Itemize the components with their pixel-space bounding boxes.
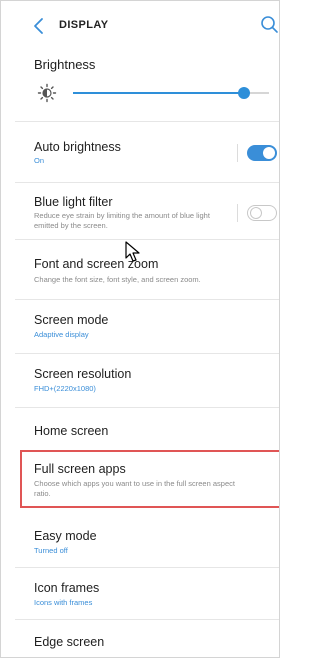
- blue-light-filter-toggle[interactable]: [247, 205, 277, 221]
- item-subtitle: Icons with frames: [34, 598, 93, 607]
- app-bar: DISPLAY: [1, 1, 279, 53]
- brightness-slider[interactable]: [31, 81, 271, 105]
- brightness-slider-fill: [73, 92, 244, 94]
- divider: [15, 182, 279, 183]
- item-subtitle: Adaptive display: [34, 330, 89, 339]
- item-subtitle: Reduce eye strain by limiting the amount…: [34, 211, 210, 230]
- search-icon: [261, 16, 278, 33]
- brightness-slider-track[interactable]: [73, 87, 269, 99]
- divider: [15, 567, 279, 568]
- highlight-box: [20, 450, 279, 508]
- item-title: Icon frames: [34, 581, 100, 595]
- toggle-separator: [237, 144, 238, 162]
- item-subtitle: Change the font size, font style, and sc…: [34, 275, 201, 284]
- divider: [15, 407, 279, 408]
- divider: [15, 121, 279, 122]
- brightness-slider-thumb[interactable]: [237, 87, 250, 99]
- chevron-left-icon: [34, 18, 43, 34]
- item-title: Blue light filter: [34, 195, 113, 209]
- divider: [15, 619, 279, 620]
- auto-brightness-item[interactable]: Auto brightness On: [1, 131, 279, 171]
- item-subtitle: FHD+(2220x1080): [34, 384, 96, 393]
- blue-light-filter-item[interactable]: Blue light filter Reduce eye strain by l…: [1, 187, 279, 233]
- divider: [15, 353, 279, 354]
- item-title: Screen resolution: [34, 367, 132, 381]
- easy-mode-item[interactable]: Easy mode Turned off: [1, 519, 279, 563]
- item-title: Screen mode: [34, 313, 109, 327]
- auto-brightness-toggle[interactable]: [247, 145, 277, 161]
- icon-frames-item[interactable]: Icon frames Icons with frames: [1, 571, 279, 615]
- item-subtitle: On: [34, 156, 45, 165]
- mouse-pointer-icon: [125, 241, 143, 268]
- toggle-separator: [237, 204, 238, 222]
- page-title: DISPLAY: [59, 19, 109, 31]
- home-screen-item[interactable]: Home screen: [1, 411, 279, 447]
- screen-resolution-item[interactable]: Screen resolution FHD+(2220x1080): [1, 357, 279, 401]
- item-title: Auto brightness: [34, 140, 121, 154]
- item-title: Home screen: [34, 424, 109, 438]
- divider: [15, 239, 279, 240]
- toggle-knob: [249, 206, 262, 219]
- toggle-knob: [263, 147, 275, 159]
- item-subtitle: Turned off: [34, 546, 68, 555]
- brightness-label: Brightness: [34, 57, 96, 72]
- item-title: Easy mode: [34, 529, 97, 543]
- screen-mode-item[interactable]: Screen mode Adaptive display: [1, 303, 279, 347]
- divider: [15, 299, 279, 300]
- item-title: Edge screen: [34, 635, 105, 649]
- search-button[interactable]: [259, 14, 279, 36]
- back-button[interactable]: [31, 16, 47, 36]
- settings-screen: DISPLAY Brightness Auto brightness On Bl…: [0, 0, 280, 658]
- edge-screen-item[interactable]: Edge screen: [1, 623, 279, 657]
- brightness-sun-icon: [37, 83, 57, 108]
